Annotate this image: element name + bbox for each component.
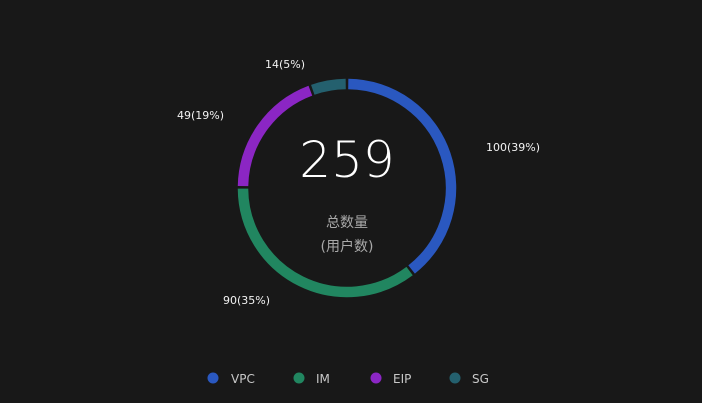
- legend-label-sg: SG: [472, 372, 489, 386]
- slice-label-vpc: 100(39%): [486, 141, 540, 154]
- legend-marker-im: [293, 372, 305, 384]
- legend-label-vpc: VPC: [231, 372, 255, 386]
- slice-label-eip: 49(19%): [177, 109, 224, 122]
- legend: VPC IM EIP SG: [207, 372, 489, 386]
- slice-label-im: 90(35%): [223, 294, 270, 307]
- legend-item-im[interactable]: IM: [293, 372, 330, 386]
- legend-marker-eip: [370, 372, 382, 384]
- donut-slice-sg[interactable]: [311, 78, 346, 95]
- legend-item-eip[interactable]: EIP: [370, 372, 412, 386]
- donut-chart: 259 总数量 (用户数) 100(39%) 90(35%) 49(19%) 1…: [177, 58, 540, 386]
- legend-label-im: IM: [316, 372, 330, 386]
- legend-label-eip: EIP: [393, 372, 411, 386]
- slice-label-sg: 14(5%): [265, 58, 305, 71]
- legend-marker-sg: [449, 372, 461, 384]
- legend-item-sg[interactable]: SG: [449, 372, 489, 386]
- center-caption-title: 总数量: [326, 215, 368, 231]
- center-total-value: 259: [299, 131, 394, 189]
- legend-item-vpc[interactable]: VPC: [207, 372, 255, 386]
- center-caption-subtitle: (用户数): [321, 238, 374, 255]
- legend-marker-vpc: [207, 372, 219, 384]
